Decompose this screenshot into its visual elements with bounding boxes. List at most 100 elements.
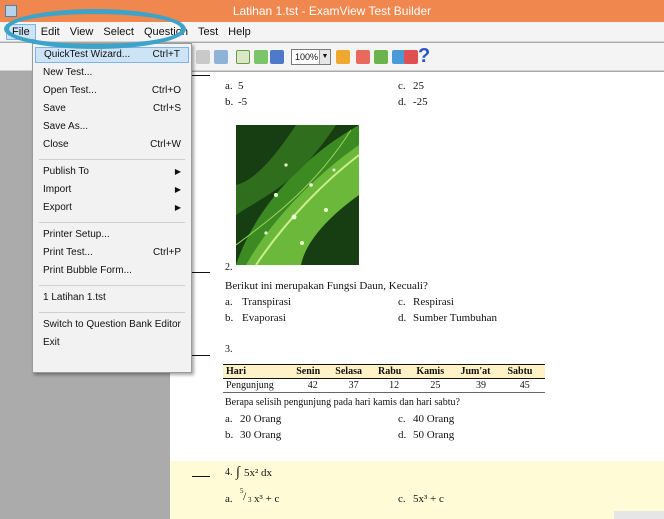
question-number: 2. (225, 262, 233, 273)
table-cell: 45 (504, 378, 545, 393)
q2-option-d: Sumber Tumbuhan (413, 312, 498, 324)
q2-option-a-letter: a. (225, 296, 233, 308)
q1-option-c-letter: c. (398, 80, 406, 92)
find-icon[interactable] (236, 50, 250, 64)
table-header-row: Hari Senin Selasa Rabu Kamis Jum'at Sabt… (223, 364, 545, 379)
list-icon[interactable] (254, 50, 268, 64)
q3-option-d-letter: d. (398, 429, 407, 441)
spell-check-icon[interactable] (214, 50, 228, 64)
q2-option-a: Transpirasi (242, 296, 292, 308)
q2-option-d-letter: d. (398, 312, 407, 324)
menu-item-label: Save (43, 103, 66, 114)
statistics-icon[interactable] (270, 50, 284, 64)
q1-option-b: -5 (238, 96, 248, 108)
table-header: Selasa (335, 366, 362, 377)
q1-option-d: -25 (413, 96, 428, 108)
table-cell: 39 (457, 378, 505, 393)
sort-icon[interactable] (356, 50, 370, 64)
leaf-image (236, 125, 359, 265)
table-header: Jum'at (460, 366, 491, 377)
visitor-table: Hari Senin Selasa Rabu Kamis Jum'at Sabt… (223, 364, 545, 393)
menu-item-export[interactable]: Export ▶ (43, 200, 183, 216)
menu-item-print-test[interactable]: Print Test... Ctrl+P (43, 245, 183, 261)
menu-item-shortcut: Ctrl+S (152, 103, 181, 114)
menu-item-open-test[interactable]: Open Test... Ctrl+O (43, 83, 183, 99)
submenu-arrow-icon: ▶ (174, 203, 181, 212)
chevron-down-icon[interactable]: ▼ (319, 50, 330, 64)
q3-option-c: 40 Orang (413, 413, 455, 425)
menu-item-shortcut: Ctrl+P (152, 247, 181, 258)
menu-item-printer-setup[interactable]: Printer Setup... (43, 227, 183, 243)
menu-item-label: Save As... (43, 121, 89, 132)
menu-item-save[interactable]: Save Ctrl+S (43, 101, 183, 117)
table-header: Senin (296, 366, 321, 377)
q3-option-b-letter: b. (225, 429, 234, 441)
menu-item-recent-file[interactable]: 1 Latihan 1.tst (43, 290, 183, 306)
q3-option-c-letter: c. (398, 413, 406, 425)
question-number: 3. (225, 344, 233, 355)
submenu-arrow-icon: ▶ (174, 185, 181, 194)
menu-item-import[interactable]: Import ▶ (43, 182, 183, 198)
q4-question-text: 5x² dx (244, 467, 273, 479)
q2-option-b: Evaporasi (242, 312, 286, 324)
menu-item-label: New Test... (43, 67, 93, 78)
scramble-icon[interactable] (374, 50, 388, 64)
q3-option-b: 30 Orang (240, 429, 282, 441)
menu-separator (39, 312, 185, 313)
menu-help[interactable]: Help (223, 25, 256, 39)
menu-item-print-bubble-form[interactable]: Print Bubble Form... (43, 263, 183, 279)
q4-option-a: x³ + c (254, 493, 280, 505)
menu-item-close[interactable]: Close Ctrl+W (43, 137, 183, 153)
table-header: Kamis (416, 366, 445, 377)
q2-option-b-letter: b. (225, 312, 234, 324)
menu-separator (39, 285, 185, 286)
menu-item-label: Print Bubble Form... (43, 265, 132, 276)
q4-option-c: 5x³ + c (413, 493, 444, 505)
selected-question[interactable]: 4. ∫ 5x² dx a. 5 / 3 x³ + c c. 5x³ + c (170, 461, 664, 519)
table-header: Hari (226, 366, 246, 377)
q3-option-a: 20 Orang (240, 413, 282, 425)
add-question-icon[interactable] (336, 50, 350, 64)
file-menu-dropdown: QuickTest Wizard... Ctrl+T New Test... O… (32, 43, 192, 373)
q1-option-a-letter: a. (225, 80, 233, 92)
q2-option-c-letter: c. (398, 296, 406, 308)
menu-item-shortcut: Ctrl+T (152, 49, 181, 60)
leaf-graphic (236, 125, 359, 265)
highlight-ellipse (4, 9, 186, 49)
print-icon[interactable] (196, 50, 210, 64)
menu-item-publish-to[interactable]: Publish To ▶ (43, 164, 183, 180)
edit-icon[interactable] (404, 50, 418, 64)
menu-item-shortcut: Ctrl+W (150, 139, 181, 150)
menu-item-label: 1 Latihan 1.tst (43, 292, 106, 303)
answer-blank[interactable] (192, 355, 210, 356)
table-cell: Pengunjung (223, 378, 294, 393)
menu-item-new-test[interactable]: New Test... (43, 65, 183, 81)
q3-option-a-letter: a. (225, 413, 233, 425)
answer-blank[interactable] (192, 476, 210, 477)
answer-blank[interactable] (192, 75, 210, 76)
menu-item-save-as[interactable]: Save As... (43, 119, 183, 135)
menu-item-label: Open Test... (43, 85, 97, 96)
question-number: 4. (225, 467, 233, 478)
menu-item-label: Export (43, 202, 72, 213)
menu-item-label: Switch to Question Bank Editor (43, 319, 181, 330)
test-document[interactable]: a. 5 b. -5 c. 25 d. -25 2. Berikut ini m… (170, 72, 664, 519)
menu-separator (39, 222, 185, 223)
table-header: Rabu (377, 366, 402, 377)
answer-blank[interactable] (192, 272, 210, 273)
table-cell: 37 (332, 378, 375, 393)
menu-item-quicktest-wizard[interactable]: QuickTest Wizard... Ctrl+T (35, 47, 189, 63)
menu-item-exit[interactable]: Exit (43, 335, 183, 351)
q4-option-a-coef-den: 3 (248, 496, 252, 504)
q1-option-d-letter: d. (398, 96, 407, 108)
submenu-arrow-icon: ▶ (174, 167, 181, 176)
help-icon[interactable]: ? (418, 45, 430, 68)
q1-option-a: 5 (238, 80, 244, 92)
menu-item-shortcut: Ctrl+O (151, 85, 181, 96)
table-header: Sabtu (507, 366, 533, 377)
menu-item-label: Close (43, 139, 69, 150)
zoom-select[interactable]: 100% ▼ (291, 49, 331, 65)
table-row: Pengunjung 42 37 12 25 39 45 (223, 378, 545, 393)
menu-test[interactable]: Test (193, 25, 223, 39)
menu-item-switch-editor[interactable]: Switch to Question Bank Editor (43, 317, 183, 333)
